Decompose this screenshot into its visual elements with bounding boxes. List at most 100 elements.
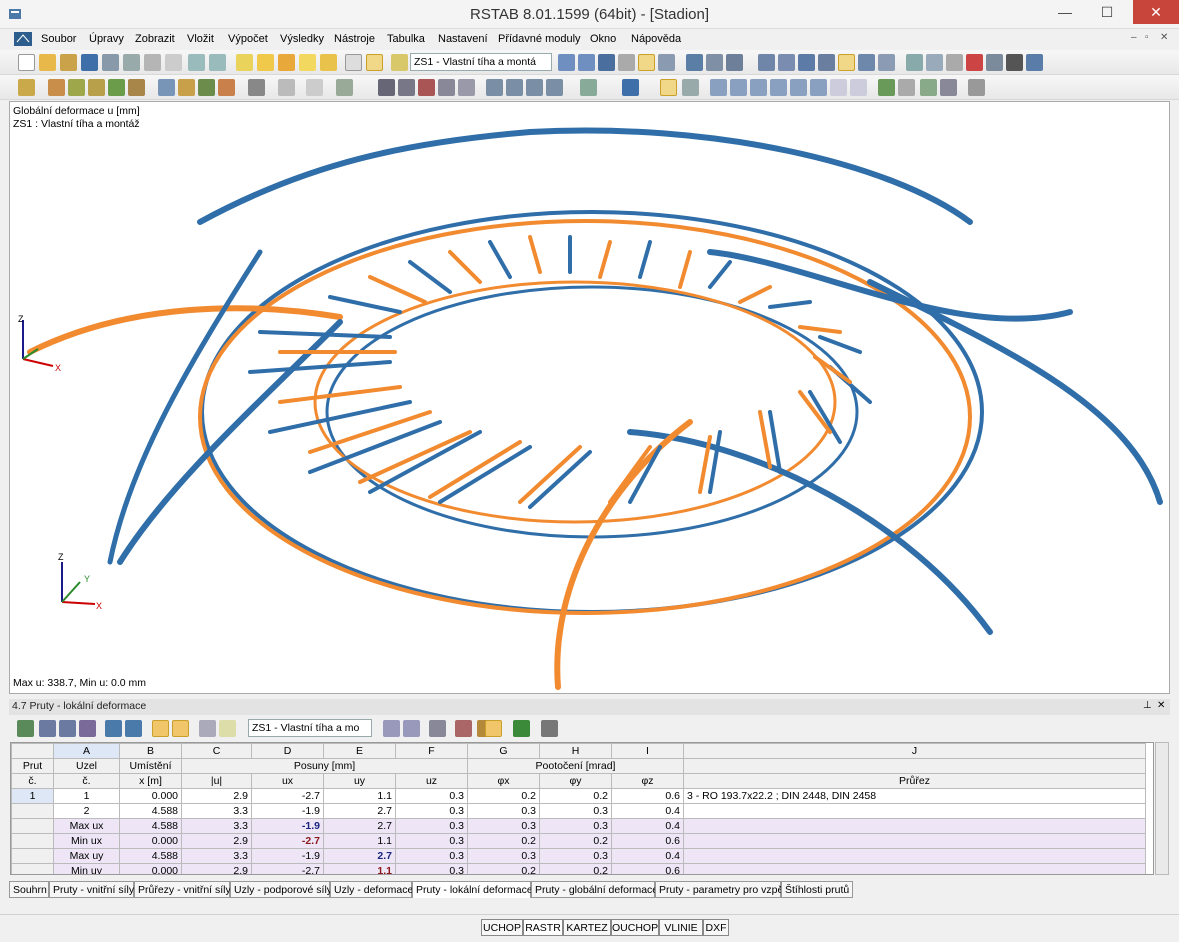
phiy-cell[interactable]: 0.2 bbox=[539, 863, 612, 874]
menu-vypocet[interactable]: Výpočet bbox=[228, 33, 268, 45]
object-snap-toggle[interactable]: OUCHOP bbox=[611, 919, 659, 936]
uz-cell[interactable]: 0.3 bbox=[395, 803, 468, 819]
view-select-icon[interactable] bbox=[455, 720, 472, 737]
result-table-icon[interactable] bbox=[968, 79, 985, 96]
prurez-cell[interactable] bbox=[683, 833, 1146, 849]
menu-napoveda[interactable]: Nápověda bbox=[631, 33, 681, 45]
uzel-cell[interactable]: Min uy bbox=[53, 863, 120, 874]
moment-mt-icon[interactable] bbox=[770, 79, 787, 96]
uzel-cell[interactable]: 1 bbox=[53, 788, 120, 804]
copy-icon[interactable] bbox=[986, 54, 1003, 71]
edit-table-icon[interactable] bbox=[17, 720, 34, 737]
prut-cell[interactable] bbox=[11, 833, 54, 849]
new-file-icon[interactable] bbox=[18, 54, 35, 71]
x-cell[interactable]: 0.000 bbox=[119, 833, 182, 849]
view-x-icon[interactable] bbox=[486, 79, 503, 96]
menu-upravy[interactable]: Úpravy bbox=[89, 33, 124, 45]
table-scrollbar[interactable] bbox=[1155, 742, 1169, 875]
phix-cell[interactable]: 0.3 bbox=[467, 848, 540, 864]
tab-uzly-deformace[interactable]: Uzly - deformace bbox=[330, 881, 413, 898]
section-icon[interactable] bbox=[726, 54, 743, 71]
results-icon[interactable] bbox=[598, 54, 615, 71]
member-icon[interactable] bbox=[706, 54, 723, 71]
prev-loadcase-icon[interactable] bbox=[558, 54, 575, 71]
phix-cell[interactable]: 0.2 bbox=[467, 788, 540, 804]
maximize-button[interactable]: ☐ bbox=[1086, 0, 1128, 24]
member-set-icon[interactable] bbox=[88, 79, 105, 96]
node-icon[interactable] bbox=[18, 79, 35, 96]
phiz-cell[interactable]: 0.6 bbox=[611, 833, 684, 849]
phiz-cell[interactable]: 0.6 bbox=[611, 788, 684, 804]
menu-pridavne-moduly[interactable]: Přídavné moduly bbox=[498, 33, 581, 45]
phiz-cell[interactable]: 0.6 bbox=[611, 863, 684, 874]
load-icon[interactable] bbox=[158, 79, 175, 96]
values-icon[interactable] bbox=[658, 54, 675, 71]
next-loadcase-icon[interactable] bbox=[578, 54, 595, 71]
columns-icon[interactable] bbox=[199, 720, 216, 737]
menu-nastaveni[interactable]: Nastavení bbox=[438, 33, 488, 45]
visibility-icon[interactable] bbox=[858, 54, 875, 71]
col-c-header[interactable]: C bbox=[181, 743, 252, 759]
function-icon[interactable] bbox=[429, 720, 446, 737]
rotate-icon[interactable] bbox=[926, 54, 943, 71]
guide-icon[interactable] bbox=[278, 79, 295, 96]
menu-soubor[interactable]: Soubor bbox=[41, 33, 76, 45]
dxf-toggle[interactable]: DXF bbox=[703, 919, 729, 936]
member-load-icon[interactable] bbox=[198, 79, 215, 96]
table-row[interactable]: Min ux 0.000 2.9 -2.7 1.1 0.3 0.2 0.2 0.… bbox=[11, 833, 1146, 849]
u-cell[interactable]: 3.3 bbox=[181, 803, 252, 819]
node-load-icon[interactable] bbox=[178, 79, 195, 96]
support-result-icon[interactable] bbox=[878, 79, 895, 96]
force-vz-icon[interactable] bbox=[750, 79, 767, 96]
view-minus-x-icon[interactable] bbox=[546, 79, 563, 96]
goto-back-icon[interactable] bbox=[125, 720, 142, 737]
prut-cell[interactable]: 1 bbox=[11, 788, 54, 804]
mirror-icon[interactable] bbox=[946, 54, 963, 71]
col-b-header[interactable]: B bbox=[119, 743, 182, 759]
uy-cell[interactable]: 1.1 bbox=[323, 788, 396, 804]
uz-cell[interactable]: 0.3 bbox=[395, 788, 468, 804]
tab-prurezy-vnitrni-sily[interactable]: Průřezy - vnitřní síly bbox=[134, 881, 231, 898]
table-row[interactable]: Max ux 4.588 3.3 -1.9 2.7 0.3 0.3 0.3 0.… bbox=[11, 818, 1146, 834]
uz-cell[interactable]: 0.3 bbox=[395, 848, 468, 864]
reaction-pz-icon[interactable] bbox=[850, 79, 867, 96]
col-e-header[interactable]: E bbox=[323, 743, 396, 759]
prurez-cell[interactable] bbox=[683, 803, 1146, 819]
phiy-cell[interactable]: 0.2 bbox=[539, 788, 612, 804]
prurez-cell[interactable] bbox=[683, 818, 1146, 834]
select-icon[interactable] bbox=[257, 54, 274, 71]
snap-icon[interactable] bbox=[306, 79, 323, 96]
uz-cell[interactable]: 0.3 bbox=[395, 833, 468, 849]
mdi-restore-button[interactable]: ▫ bbox=[1145, 32, 1149, 43]
diagram-icon[interactable] bbox=[682, 79, 699, 96]
member-results-icon[interactable] bbox=[660, 79, 677, 96]
menu-vlozit[interactable]: Vložit bbox=[187, 33, 214, 45]
insert-row-icon[interactable] bbox=[39, 720, 56, 737]
open-folder-icon[interactable] bbox=[39, 54, 56, 71]
display-icon[interactable] bbox=[580, 79, 597, 96]
menu-okno[interactable]: Okno bbox=[590, 33, 616, 45]
table-row[interactable]: 1 1 0.000 2.9 -2.7 1.1 0.3 0.2 0.2 0.6 3… bbox=[11, 788, 1146, 804]
colors-icon[interactable] bbox=[219, 720, 236, 737]
solid-icon[interactable] bbox=[838, 54, 855, 71]
phix-cell[interactable]: 0.2 bbox=[467, 833, 540, 849]
edit-icon[interactable] bbox=[236, 54, 253, 71]
panel-close-button[interactable]: ✕ bbox=[1157, 700, 1165, 711]
filter-rows-icon[interactable] bbox=[79, 720, 96, 737]
uz-cell[interactable]: 0.3 bbox=[395, 863, 468, 874]
ux-cell[interactable]: -2.7 bbox=[251, 833, 324, 849]
delete-icon[interactable] bbox=[966, 54, 983, 71]
excel-icon[interactable] bbox=[513, 720, 530, 737]
phix-cell[interactable]: 0.2 bbox=[467, 863, 540, 874]
section-result-icon[interactable] bbox=[898, 79, 915, 96]
table-row[interactable]: Max uy 4.588 3.3 -1.9 2.7 0.3 0.3 0.3 0.… bbox=[11, 848, 1146, 864]
ux-cell[interactable]: -2.7 bbox=[251, 788, 324, 804]
view-y-icon[interactable] bbox=[506, 79, 523, 96]
uzel-cell[interactable]: Max uy bbox=[53, 848, 120, 864]
minimize-button[interactable]: — bbox=[1044, 0, 1086, 24]
show-results-icon[interactable] bbox=[638, 54, 655, 71]
filter-off-icon[interactable] bbox=[172, 720, 189, 737]
view-3d-icon[interactable] bbox=[458, 79, 475, 96]
panel-loadcase-select[interactable]: ZS1 - Vlastní tíha a mo bbox=[248, 719, 372, 737]
phiz-cell[interactable]: 0.4 bbox=[611, 848, 684, 864]
